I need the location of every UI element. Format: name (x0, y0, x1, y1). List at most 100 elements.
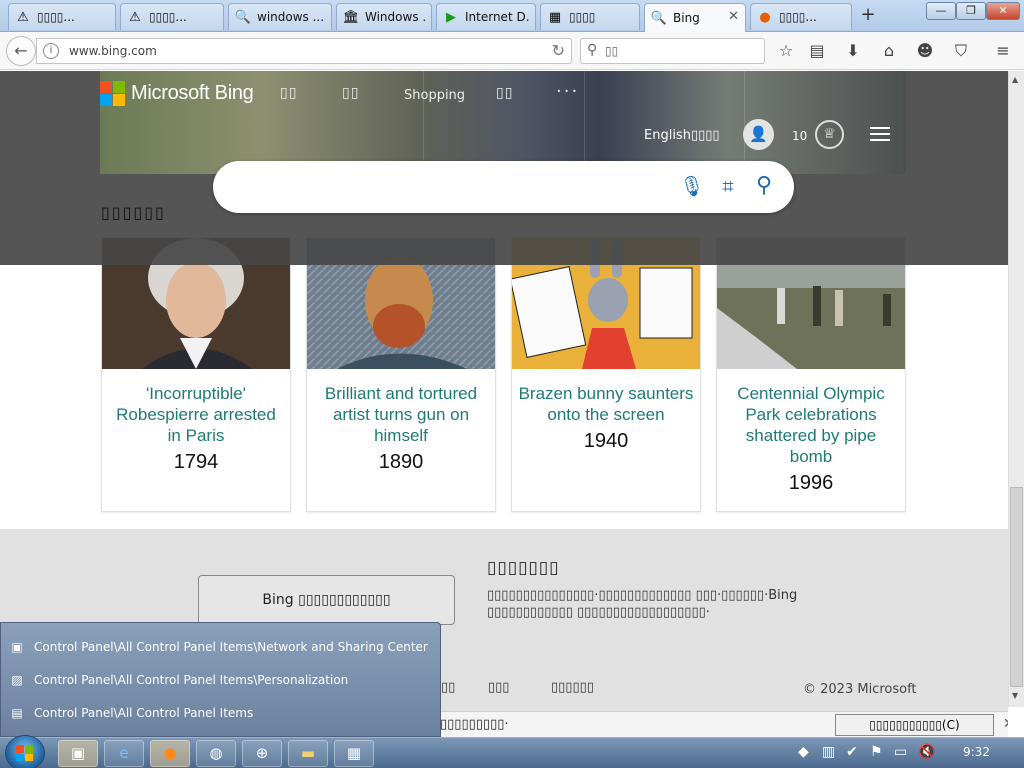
card-year: 1794 (173, 451, 219, 473)
card-title[interactable]: Brilliant and tortured artist turns gun … (313, 383, 489, 446)
page-icon: ▦ (548, 9, 562, 25)
visual-search-icon[interactable]: ⌗ (715, 173, 741, 199)
footer-link-3[interactable]: ▯▯▯▯▯▯ (551, 680, 594, 695)
rewards-icon[interactable]: ♕ (815, 120, 844, 149)
tray-network-icon[interactable]: ◆ (798, 744, 809, 760)
tab-4[interactable]: 🏛 Windows ... (336, 3, 432, 30)
back-button[interactable]: ← (6, 36, 36, 66)
jump-list-item[interactable]: ▤ Control Panel\All Control Panel Items (9, 701, 253, 725)
scroll-down-arrow-icon[interactable]: ▼ (1012, 691, 1018, 700)
firefox-icon: ● (163, 744, 177, 762)
vertical-scrollbar[interactable]: ▲ ▼ (1008, 71, 1024, 707)
card-title[interactable]: Brazen bunny saunters onto the screen (518, 383, 694, 425)
close-icon[interactable]: ✕ (1003, 716, 1008, 732)
tray-app-icon[interactable]: ▥ (822, 744, 835, 760)
tab-8[interactable]: ● ▯▯▯▯... (750, 3, 852, 30)
card-text: 'Incorruptible' Robespierre arrested in … (108, 383, 284, 473)
bing-search-box[interactable]: 🎙 ⌗ ⚲ (213, 161, 794, 213)
nav-item-1[interactable]: ▯▯ (280, 85, 297, 101)
rewards-points[interactable]: 10 (792, 129, 807, 143)
more-options-icon[interactable]: ··· (556, 81, 579, 102)
reload-icon[interactable]: ↻ (552, 41, 565, 60)
taskbar-control-panel[interactable]: ▣ (58, 740, 98, 767)
footer-description: ▯▯▯▯▯▯▯▯▯▯▯▯▯▯▯·▯▯▯▯▯▯▯▯▯▯▯▯▯ ▯▯▯·▯▯▯▯▯▯… (487, 588, 798, 620)
scrollbar-thumb[interactable] (1010, 487, 1023, 687)
logo-square (113, 94, 125, 106)
history-card[interactable]: Centennial Olympic Park celebrations sha… (716, 237, 906, 512)
tab-6[interactable]: ▦ ▯▯▯▯ (540, 3, 640, 30)
close-tab-icon[interactable]: ✕ (728, 9, 739, 24)
search-placeholder: ▯▯ (605, 44, 619, 58)
history-card[interactable]: Brilliant and tortured artist turns gun … (306, 237, 496, 512)
history-card[interactable]: Brazen bunny saunters onto the screen 19… (511, 237, 701, 512)
hero-divider (423, 71, 424, 174)
tray-monitor-icon[interactable]: ▭ (894, 744, 907, 760)
taskbar-app-5[interactable]: ⊕ (242, 740, 282, 767)
scroll-up-arrow-icon[interactable]: ▲ (1012, 75, 1018, 84)
start-button[interactable] (6, 736, 44, 768)
url-text[interactable]: www.bing.com (69, 44, 157, 58)
footer-link-2[interactable]: ▯▯▯ (488, 680, 509, 695)
jump-list-label: Control Panel\All Control Panel Items\Ne… (34, 640, 428, 654)
clock[interactable]: 9:32 (963, 745, 990, 759)
nav-item-2[interactable]: ▯▯ (342, 85, 359, 101)
nav-item-shopping[interactable]: Shopping (404, 88, 465, 103)
cookie-accept-button[interactable]: ▯▯▯▯▯▯▯▯▯▯▯(C) (835, 714, 994, 736)
bing-logo[interactable]: Microsoft Bing (100, 81, 254, 106)
library-icon: 🏛 (342, 9, 360, 25)
new-tab-button[interactable]: + (856, 6, 880, 26)
card-title[interactable]: 'Incorruptible' Robespierre arrested in … (108, 383, 284, 446)
taskbar-firefox[interactable]: ● (150, 740, 190, 767)
taskbar-file-explorer[interactable]: ▬ (288, 740, 328, 767)
address-bar[interactable]: i www.bing.com ↻ (36, 38, 572, 64)
tab-label: Internet D... (465, 10, 529, 24)
language-switch[interactable]: English▯▯▯▯ (644, 128, 720, 143)
chat-icon[interactable]: ☻ (914, 40, 936, 62)
download-icon[interactable]: ⬇ (842, 40, 864, 62)
taskbar-app-4[interactable]: ◍ (196, 740, 236, 767)
close-window-button[interactable]: ✕ (986, 2, 1020, 20)
search-icon[interactable]: ⚲ (751, 173, 777, 199)
tab-label: ▯▯▯▯... (779, 10, 817, 24)
taskbar-jump-list: ▣ Control Panel\All Control Panel Items\… (0, 622, 441, 737)
tray-volume-muted-icon[interactable]: 🔇 (918, 744, 935, 760)
bookmark-star-icon[interactable]: ☆ (775, 40, 797, 62)
history-card[interactable]: 'Incorruptible' Robespierre arrested in … (101, 237, 291, 512)
navigation-bar: ← i www.bing.com ↻ ⚲ ▯▯ ☆ ▤ ⬇ ⌂ ☻ ⛉ ≡ (0, 32, 1024, 70)
get-app-button[interactable]: Bing ▯▯▯▯▯▯▯▯▯▯▯▯ (198, 575, 455, 625)
tab-5[interactable]: ▶ Internet D... (436, 3, 536, 30)
home-icon[interactable]: ⌂ (878, 40, 900, 62)
tray-security-icon[interactable]: ✔ (846, 744, 858, 760)
taskbar-app-7[interactable]: ▦ (334, 740, 374, 767)
warning-icon: ⚠ (17, 9, 29, 25)
reading-list-icon[interactable]: ▤ (806, 40, 828, 62)
folder-icon: ▬ (300, 744, 316, 762)
search-icon: 🔍 (650, 10, 668, 26)
hamburger-menu-icon[interactable] (870, 127, 890, 141)
card-title[interactable]: Centennial Olympic Park celebrations sha… (723, 383, 899, 467)
card-year: 1940 (583, 430, 629, 452)
tab-bing[interactable]: 🔍 Bing ✕ (644, 3, 746, 32)
tab-1[interactable]: ⚠ ▯▯▯▯... (8, 3, 116, 30)
footer-link-1[interactable]: ▯▯ (441, 680, 455, 695)
tab-label: ▯▯▯▯... (149, 10, 187, 24)
maximize-button[interactable]: ❐ (956, 2, 986, 20)
nav-item-4[interactable]: ▯▯ (496, 85, 513, 101)
warning-icon: ⚠ (129, 9, 141, 25)
taskbar-internet-explorer[interactable]: e (104, 740, 144, 767)
tab-label: Bing (673, 11, 700, 25)
user-avatar[interactable]: 👤 (743, 119, 774, 150)
minimize-button[interactable]: — (926, 2, 956, 20)
jump-list-item[interactable]: ▣ Control Panel\All Control Panel Items\… (9, 635, 428, 659)
info-icon[interactable]: i (43, 43, 59, 59)
menu-icon[interactable]: ≡ (992, 40, 1014, 62)
search-input[interactable]: ⚲ ▯▯ (580, 38, 765, 64)
tray-flag-icon[interactable]: ⚑ (870, 744, 883, 760)
microphone-icon[interactable]: 🎙 (679, 173, 705, 199)
tab-2[interactable]: ⚠ ▯▯▯▯... (120, 3, 224, 30)
firefox-icon: ● (759, 9, 771, 25)
tab-3[interactable]: 🔍 windows ... (228, 3, 332, 30)
pocket-icon[interactable]: ⛉ (950, 40, 972, 62)
logo-square (25, 745, 33, 753)
jump-list-item[interactable]: ▨ Control Panel\All Control Panel Items\… (9, 668, 348, 692)
